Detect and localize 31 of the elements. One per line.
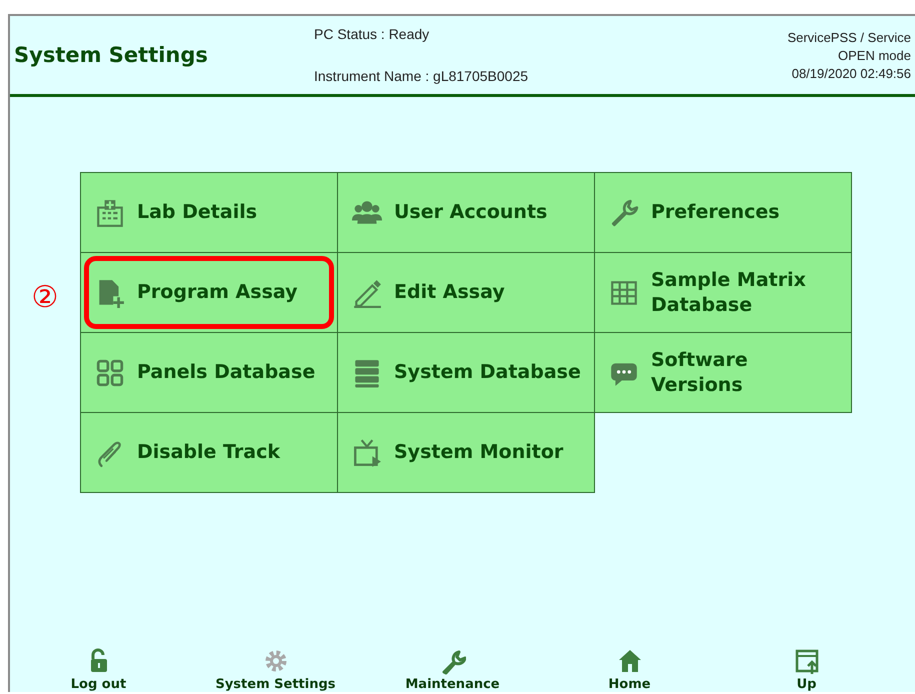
nav-button[interactable]: Up [742,648,872,692]
wrench-icon [609,198,639,228]
tiles-icon [95,358,125,388]
instrument-name: Instrument Name : gL81705B0025 [314,68,530,84]
user-name: ServicePSS / Service [787,30,911,44]
window-up-icon [794,648,820,675]
tv-icon [352,438,382,468]
menu-tile[interactable]: Sample Matrix Database [594,252,852,333]
home-icon [616,648,642,675]
date-time: 08/19/2020 02:49:56 [792,66,911,80]
page-title: System Settings [14,43,209,67]
nav-button[interactable]: Maintenance [388,648,518,692]
menu-tile[interactable]: Lab Details [80,172,338,253]
building-icon [95,198,125,228]
step-number: ② [32,280,58,315]
mode-text: OPEN mode [838,48,911,62]
menu-tile[interactable]: Program Assay [80,252,338,333]
menu-tile[interactable]: Edit Assay [337,252,595,333]
menu-tile[interactable]: User Accounts [337,172,595,253]
pc-status: PC Status : Ready [314,26,430,42]
menu-tile[interactable]: Software Versions [594,332,852,413]
nav-button[interactable]: Log out [34,648,164,692]
menu-tile[interactable]: System Database [337,332,595,413]
pencil-icon [352,278,382,308]
wrench-icon [440,648,466,675]
database-icon [352,358,382,388]
nav-button[interactable]: Home [564,648,694,692]
menu-tile[interactable]: Panels Database [80,332,338,413]
menu-tile[interactable]: Preferences [594,172,852,253]
menu-tile[interactable]: Disable Track [80,412,338,493]
menu-tile[interactable]: System Monitor [337,412,595,493]
